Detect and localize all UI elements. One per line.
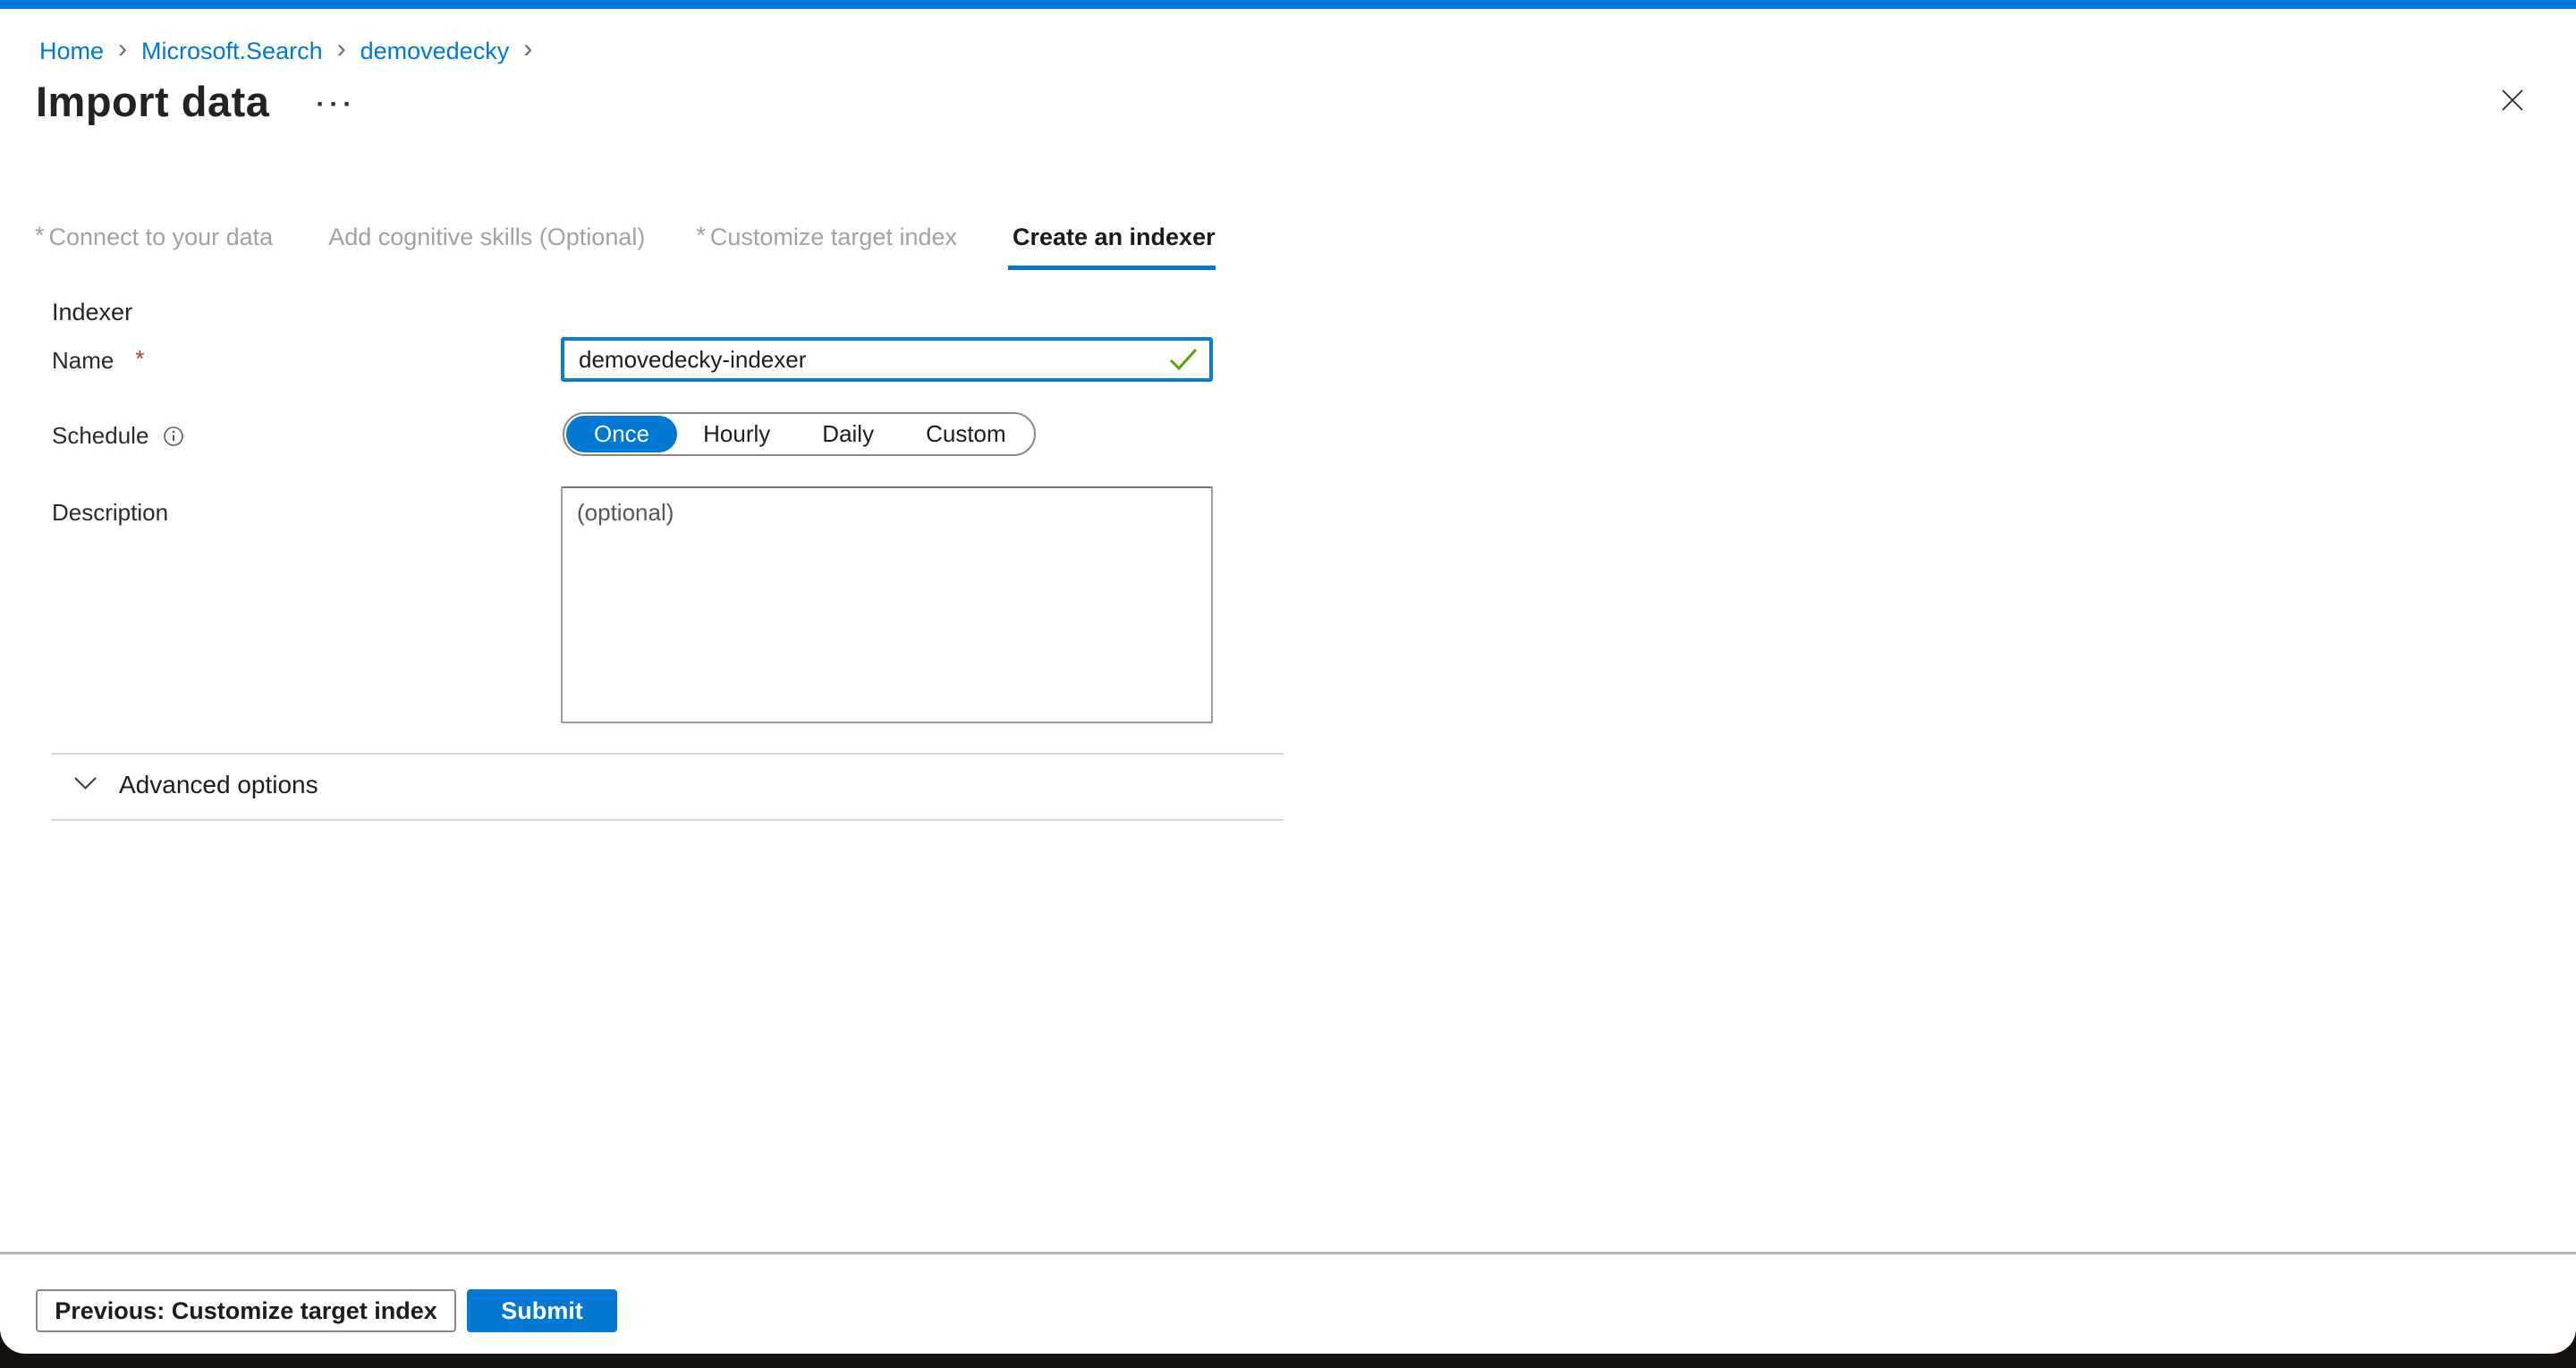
schedule-segmented-control: Once Hourly Daily Custom: [563, 412, 1036, 456]
validation-check-icon: [1168, 347, 1199, 376]
chevron-down-icon: [73, 776, 97, 795]
schedule-option-daily[interactable]: Daily: [796, 416, 900, 452]
more-options-icon[interactable]: ···: [316, 91, 356, 118]
azure-top-accent-bar: [0, 0, 2576, 9]
submit-button[interactable]: Submit: [467, 1289, 617, 1332]
breadcrumb: Home › Microsoft.Search › demovedecky ›: [39, 36, 532, 66]
page-title: Import data: [36, 77, 269, 126]
breadcrumb-separator-icon: ›: [118, 36, 127, 63]
breadcrumb-separator-icon: ›: [337, 36, 346, 63]
footer-divider: [0, 1252, 2576, 1254]
name-field-label: Name*: [52, 347, 144, 375]
title-row: Import data ···: [36, 77, 356, 126]
breadcrumb-separator-icon: ›: [523, 36, 532, 63]
advanced-options-label: Advanced options: [119, 771, 318, 799]
schedule-option-hourly[interactable]: Hourly: [677, 416, 796, 452]
schedule-field-label: Schedule: [52, 422, 184, 450]
required-asterisk: *: [135, 345, 144, 373]
breadcrumb-home-link[interactable]: Home: [39, 36, 104, 66]
info-icon[interactable]: [163, 426, 184, 447]
tab-create-an-indexer[interactable]: Create an indexer: [1008, 223, 1216, 270]
advanced-options-toggle[interactable]: Advanced options: [73, 771, 318, 799]
indexer-name-input[interactable]: [561, 337, 1213, 382]
breadcrumb-resource-link[interactable]: demovedecky: [360, 36, 510, 66]
breadcrumb-service-link[interactable]: Microsoft.Search: [141, 36, 323, 66]
schedule-option-once[interactable]: Once: [566, 416, 677, 452]
name-field: [561, 337, 1213, 382]
tab-customize-target-index[interactable]: *Customize target index: [696, 223, 957, 266]
previous-step-button[interactable]: Previous: Customize target index: [36, 1289, 456, 1332]
schedule-option-custom[interactable]: Custom: [900, 416, 1032, 452]
indexer-section-label: Indexer: [52, 299, 132, 326]
import-data-panel: Home › Microsoft.Search › demovedecky › …: [0, 0, 2576, 1354]
description-field-label: Description: [52, 499, 168, 527]
wizard-tabs: *Connect to your data Add cognitive skil…: [35, 223, 1216, 270]
close-icon[interactable]: [2492, 80, 2533, 121]
divider: [51, 753, 1284, 755]
tab-add-cognitive-skills[interactable]: Add cognitive skills (Optional): [324, 223, 645, 266]
tab-connect-to-your-data[interactable]: *Connect to your data: [35, 223, 273, 266]
description-textarea[interactable]: [561, 486, 1213, 723]
divider: [51, 819, 1284, 821]
